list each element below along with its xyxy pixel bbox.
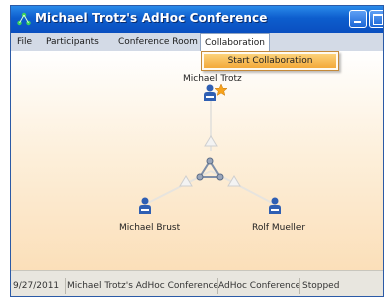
conference-canvas[interactable]: Michael Trotz Michael Brust Rolf Mueller [11,51,383,270]
status-bar: 9/27/2011 Michael Trotz's AdHoc Conferen… [11,270,383,296]
network-icon [17,12,31,26]
host-user-icon[interactable] [204,84,216,102]
participant-label-left: Michael Brust [119,223,181,233]
user-icon[interactable] [139,197,151,215]
status-state: Stopped [302,281,340,291]
window-title: Michael Trotz's AdHoc Conference [35,11,268,25]
title-bar[interactable]: Michael Trotz's AdHoc Conference [11,6,383,33]
menu-participants[interactable]: Participants [42,33,103,51]
start-collaboration-item[interactable]: Start Collaboration [204,54,336,68]
participant-label-right: Rolf Mueller [252,223,306,233]
status-conference-name: Michael Trotz's AdHoc Conference [67,278,218,294]
conference-hub-icon[interactable] [196,157,224,181]
minimize-button[interactable] [349,10,367,28]
host-participant-label: Michael Trotz [183,74,242,84]
menu-bar: File Participants Conference Room Collab… [11,33,383,51]
status-conference-type: AdHoc Conference [218,278,300,294]
maximize-button[interactable] [369,10,383,28]
app-window: Michael Trotz's AdHoc Conference File Pa… [10,5,384,297]
collaboration-menu-dropdown: Start Collaboration [201,51,339,71]
user-icon[interactable] [269,197,281,215]
star-icon [214,83,228,96]
menu-collaboration[interactable]: Collaboration [200,33,270,51]
status-date: 9/27/2011 [13,278,66,294]
triangle-marker-icon [204,135,218,147]
menu-file[interactable]: File [13,33,36,51]
menu-conference-room[interactable]: Conference Room [114,33,202,51]
